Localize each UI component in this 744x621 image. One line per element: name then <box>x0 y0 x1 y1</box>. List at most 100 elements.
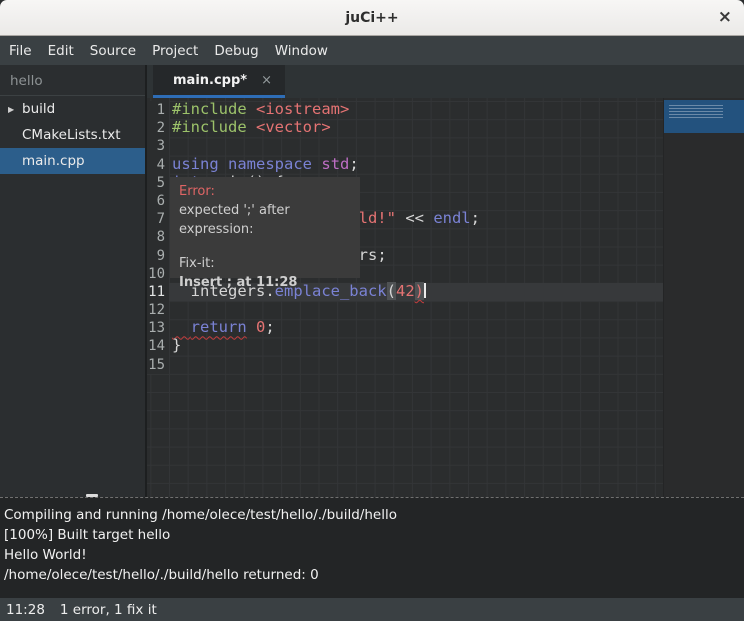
code-line[interactable]: 13 return 0; <box>147 319 663 337</box>
code-line[interactable]: 14} <box>147 337 663 355</box>
terminal-line: Compiling and running /home/olece/test/h… <box>4 505 740 525</box>
code-token: ; <box>349 155 358 173</box>
code-token: <iostream> <box>256 100 349 118</box>
app-window: juCi++ × File Edit Source Project Debug Windo… <box>0 0 744 621</box>
code-line-text: } <box>169 337 663 355</box>
line-number: 3 <box>147 137 169 155</box>
sidebar-item-cmakelists-txt[interactable]: CMakeLists.txt <box>0 122 145 148</box>
line-number: 6 <box>147 192 169 210</box>
code-line-text: #include <vector> <box>169 119 663 137</box>
code-line-text <box>169 137 663 155</box>
terminal-line: [100%] Built target hello <box>4 525 740 545</box>
project-name-header: hello <box>0 65 145 96</box>
code-line[interactable]: 3 <box>147 137 663 155</box>
overview-map[interactable] <box>663 98 744 497</box>
terminal-panel[interactable]: Compiling and running /home/olece/test/h… <box>0 501 744 598</box>
file-tree: ▶build CMakeLists.txt main.cpp <box>0 96 145 174</box>
code-line[interactable]: 12 <box>147 301 663 319</box>
window-title: juCi++ <box>345 10 398 26</box>
code-line[interactable]: 4using namespace std; <box>147 156 663 174</box>
line-number: 5 <box>147 174 169 192</box>
menu-item-source[interactable]: Source <box>90 43 136 59</box>
code-token: 42 <box>396 282 415 300</box>
code-token: } <box>172 336 181 354</box>
terminal-line: Hello World! <box>4 545 740 565</box>
menu-item-project[interactable]: Project <box>152 43 198 59</box>
code-line-text <box>169 356 663 374</box>
line-number: 13 <box>147 319 169 337</box>
code-token <box>312 155 321 173</box>
code-line[interactable]: 1#include <iostream> <box>147 101 663 119</box>
code-token: endl <box>433 209 470 227</box>
sidebar-item-label: CMakeLists.txt <box>22 127 121 143</box>
code-token: std <box>321 155 349 173</box>
line-number: 8 <box>147 228 169 246</box>
sidebar-item-main-cpp[interactable]: main.cpp <box>0 148 145 174</box>
titlebar[interactable]: juCi++ × <box>0 0 744 36</box>
terminal-line: /home/olece/test/hello/./build/hello ret… <box>4 565 740 585</box>
text-cursor <box>424 283 426 298</box>
overview-viewport[interactable] <box>664 100 744 133</box>
code-editor[interactable]: 1#include <iostream>2#include <vector>34… <box>147 98 663 497</box>
code-line[interactable]: 2#include <vector> <box>147 119 663 137</box>
sidebar-item-label: build <box>22 101 55 117</box>
editor-pane: main.cpp* × 1#include <iostream>2#includ… <box>147 65 744 497</box>
line-number: 2 <box>147 119 169 137</box>
sidebar-item-build[interactable]: ▶build <box>0 96 145 122</box>
code-line[interactable]: 15 <box>147 356 663 374</box>
code-token: return <box>191 318 247 336</box>
menubar: File Edit Source Project Debug Window <box>0 36 744 65</box>
line-number: 12 <box>147 301 169 319</box>
code-token: <vector> <box>256 118 331 136</box>
tooltip-fixit-message: Insert ; at 11:28 <box>179 273 351 292</box>
code-token: ; <box>471 209 480 227</box>
code-line-text: #include <iostream> <box>169 101 663 119</box>
menu-item-window[interactable]: Window <box>275 43 328 59</box>
line-number: 11 <box>147 283 169 301</box>
paned-grip-handle[interactable] <box>86 494 98 497</box>
tab-bar: main.cpp* × <box>147 65 744 98</box>
line-number: 4 <box>147 156 169 174</box>
menu-item-debug[interactable]: Debug <box>214 43 258 59</box>
line-number: 15 <box>147 356 169 374</box>
line-number: 7 <box>147 210 169 228</box>
code-token: ; <box>265 318 274 336</box>
cursor-position: 11:28 <box>6 602 45 618</box>
line-number: 14 <box>147 337 169 355</box>
expander-icon[interactable]: ▶ <box>8 105 22 114</box>
tab-close-icon[interactable]: × <box>261 74 272 87</box>
status-bar: 11:28 1 error, 1 fix it <box>0 598 744 621</box>
code-line-text: return 0; <box>169 319 663 337</box>
tooltip-error-message: expected ';' after expression: <box>179 201 351 239</box>
code-token: << <box>396 209 433 227</box>
diagnostics-summary: 1 error, 1 fix it <box>60 602 157 618</box>
code-token: using <box>172 155 219 173</box>
code-line-text <box>169 301 663 319</box>
tooltip-error-label: Error: <box>179 182 351 201</box>
code-token: ) <box>415 282 424 300</box>
line-number: 9 <box>147 247 169 265</box>
line-number: 10 <box>147 265 169 283</box>
paned-separator[interactable] <box>0 497 744 501</box>
code-token: 0 <box>256 318 265 336</box>
tab-main-cpp[interactable]: main.cpp* × <box>153 65 285 98</box>
main-area: hello ▶build CMakeLists.txt main.cpp main.… <box>0 65 744 497</box>
tab-label: main.cpp* <box>173 73 247 88</box>
menu-item-edit[interactable]: Edit <box>48 43 74 59</box>
code-token <box>219 155 228 173</box>
code-line-text: using namespace std; <box>169 156 663 174</box>
menu-item-file[interactable]: File <box>9 43 32 59</box>
error-tooltip: Error: expected ';' after expression: Fi… <box>170 177 360 278</box>
window-close-button[interactable]: × <box>718 8 732 25</box>
editor-wrap: 1#include <iostream>2#include <vector>34… <box>147 98 744 497</box>
sidebar-item-label: main.cpp <box>22 153 85 169</box>
file-sidebar: hello ▶build CMakeLists.txt main.cpp <box>0 65 147 497</box>
code-token <box>247 318 256 336</box>
code-token: #include <box>172 118 256 136</box>
tooltip-fixit-label: Fix-it: <box>179 254 351 273</box>
line-number: 1 <box>147 101 169 119</box>
code-token: ( <box>387 282 396 300</box>
code-token <box>172 318 191 336</box>
code-token: namespace <box>228 155 312 173</box>
code-token: #include <box>172 100 256 118</box>
